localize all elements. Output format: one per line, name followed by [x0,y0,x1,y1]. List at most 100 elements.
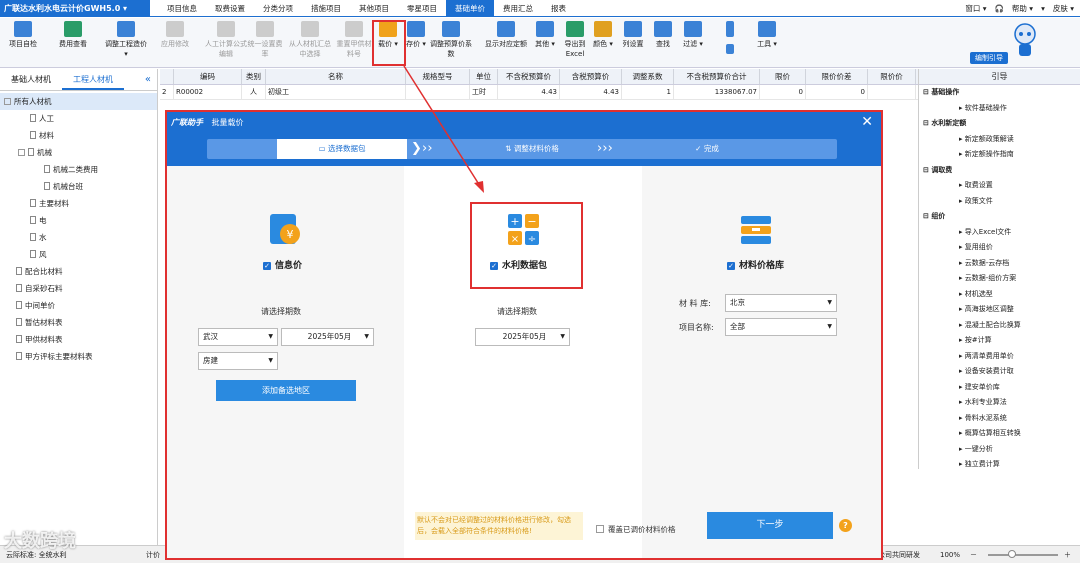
guide-item[interactable]: ▸ 高海拔地区调整 [919,302,1080,318]
guide-item[interactable]: ▸ 设备安装费计取 [919,364,1080,380]
table-row[interactable]: 2 R00002 人 初级工 工时 4.43 4.43 1 1338067.07… [160,85,918,100]
water-period-select[interactable]: 2025年05月 ▼ [475,328,570,346]
info-price-checkbox[interactable]: ✓ 信息价 [263,258,302,271]
col-spec[interactable]: 规格型号 [406,69,470,84]
info-period-select[interactable]: 2025年05月 ▼ [281,328,374,346]
guide-item[interactable]: ▸ 导入Excel文件 [919,225,1080,241]
app-name-menu[interactable]: 广联达水利水电云计价GWH5.0 ▾ [0,0,150,17]
guide-section[interactable]: ⊟ 基础操作 [919,85,1080,101]
tab-base-unit-price[interactable]: 基础单价 [446,0,494,17]
tree-item-electricity[interactable]: 电 [0,212,157,229]
guide-item[interactable]: ▸ 建安单价库 [919,380,1080,396]
tree-item-wind[interactable]: 风 [0,246,157,263]
window-menu[interactable]: 窗口 ▾ [965,0,986,17]
tree-item-sand-gravel[interactable]: 自采砂石料 [0,280,157,297]
headset-icon[interactable]: 🎧 [995,0,1004,17]
col-code[interactable]: 编码 [174,69,242,84]
col-adjust-coef[interactable]: 调整系数 [622,69,674,84]
tools-button[interactable]: 工具 ▾ [752,21,782,49]
reset-supply-button[interactable]: 重置甲供材料号 [334,21,374,59]
guide-item[interactable]: ▸ 两清单费用单价 [919,349,1080,365]
col-pretax-budget[interactable]: 不含税预算价 [498,69,560,84]
guide-item[interactable]: ▸ 软件基础操作 [919,101,1080,117]
guide-item[interactable]: ▸ 独立费计算 [919,457,1080,473]
adjust-cost-button[interactable]: 调整工程造价 ▾ [104,21,148,59]
guide-item[interactable]: ▸ 云数据-云存档 [919,256,1080,272]
show-quota-button[interactable]: 显示对应定额 [484,21,528,49]
tree-item-bid-materials[interactable]: 甲方评标主要材料表 [0,348,157,365]
tree-item-machine[interactable]: 机械 [0,144,157,161]
tree-item-intermediate-price[interactable]: 中间单价 [0,297,157,314]
filter-button[interactable]: 过滤 ▾ [676,21,710,49]
zoom-in-icon[interactable]: ＋ [1064,546,1071,564]
zoom-out-icon[interactable]: － [970,546,977,564]
move-up-button[interactable] [716,21,744,39]
select-from-summary-button[interactable]: 从人材机汇总中选择 [288,21,332,59]
zoom-slider[interactable] [988,554,1058,556]
guide-section[interactable]: ⊟ 水利新定额 [919,116,1080,132]
guide-item[interactable]: ▸ 材机选型 [919,287,1080,303]
move-down-button[interactable] [716,44,744,56]
tab-items[interactable]: 分类分项 [254,0,302,17]
overwrite-checkbox[interactable]: 覆盖已调价材料价格 [596,524,676,535]
tree-item-all[interactable]: 所有人材机 [0,93,157,110]
project-name-select[interactable]: 全部 ▼ [725,318,837,336]
cost-view-button[interactable]: 费用查看 [54,21,92,49]
tab-project-materials[interactable]: 工程人材机 [62,69,124,90]
guide-item[interactable]: ▸ 政策文件 [919,194,1080,210]
guide-item[interactable]: ▸ 水利专业算法 [919,395,1080,411]
tab-misc-items[interactable]: 零星项目 [398,0,446,17]
guide-item[interactable]: ▸ 新定额政策解读 [919,132,1080,148]
apply-change-button[interactable]: 应用修改 [156,21,194,49]
tree-item-water[interactable]: 水 [0,229,157,246]
adjust-budget-coef-button[interactable]: 调整预算价系数 [428,21,474,59]
tab-project-info[interactable]: 项目信息 [158,0,206,17]
tab-cost-summary[interactable]: 费用汇总 [494,0,542,17]
col-pretax-total[interactable]: 不含税预算价合计 [674,69,760,84]
zoom-slider-handle[interactable] [1008,550,1016,558]
project-check-button[interactable]: 项目自检 [4,21,42,49]
collapse-panel-icon[interactable]: « [124,69,157,90]
tab-fee-settings[interactable]: 取费设置 [206,0,254,17]
guide-section[interactable]: ⊟ 组价 [919,209,1080,225]
tree-item-material[interactable]: 材料 [0,127,157,144]
guide-item[interactable]: ▸ 骨料水泥系统 [919,411,1080,427]
guide-item[interactable]: ▸ 复用组价 [919,240,1080,256]
color-button[interactable]: 颜色 ▾ [588,21,618,49]
material-lib-select[interactable]: 北京 ▼ [725,294,837,312]
unify-rate-button[interactable]: 统一设置费率 [246,21,284,59]
col-category[interactable]: 类别 [242,69,266,84]
building-type-select[interactable]: 房建 ▼ [198,352,278,370]
tab-base-materials[interactable]: 基础人材机 [0,69,62,90]
guide-item[interactable]: ▸ 新定额操作指南 [919,147,1080,163]
labor-formula-button[interactable]: 人工计算公式编辑 [204,21,248,59]
col-limit-diff[interactable]: 限价价差 [806,69,868,84]
tab-reports[interactable]: 报表 [542,0,575,17]
robot-assistant-icon[interactable] [1012,22,1038,62]
tree-item-machine-class2[interactable]: 机械二类费用 [0,161,157,178]
help-menu[interactable]: 帮助 ▾ [1012,0,1033,17]
expand-menu[interactable]: ▾ [1041,0,1045,17]
find-button[interactable]: 查找 [648,21,678,49]
add-region-button[interactable]: 添加备选地区 [216,380,356,401]
col-unit[interactable]: 单位 [470,69,498,84]
guide-item[interactable]: ▸ 取费设置 [919,178,1080,194]
tree-item-provisional-material[interactable]: 暂估材料表 [0,314,157,331]
tree-item-labor[interactable]: 人工 [0,110,157,127]
save-price-button[interactable]: 存价 ▾ [402,21,430,49]
col-limit-price[interactable]: 限价价 [868,69,916,84]
guide-item[interactable]: ▸ 概算估算相互转换 [919,426,1080,442]
tab-other-items[interactable]: 其他项目 [350,0,398,17]
guide-button[interactable]: 编制引导 [970,52,1008,64]
export-excel-button[interactable]: 导出到Excel [558,21,592,59]
other-button[interactable]: 其他 ▾ [530,21,560,49]
column-settings-button[interactable]: 列设置 [616,21,650,49]
guide-item[interactable]: ▸ 按#计算 [919,333,1080,349]
material-library-checkbox[interactable]: ✓ 材料价格库 [727,258,784,271]
tree-item-owner-supplied[interactable]: 甲供材料表 [0,331,157,348]
close-icon[interactable]: ✕ [861,112,873,132]
water-package-checkbox[interactable]: ✓ 水利数据包 [490,258,547,271]
region-select[interactable]: 武汉 ▼ [198,328,278,346]
skin-menu[interactable]: 皮肤 ▾ [1053,0,1074,17]
col-taxed-budget[interactable]: 含税预算价 [560,69,622,84]
